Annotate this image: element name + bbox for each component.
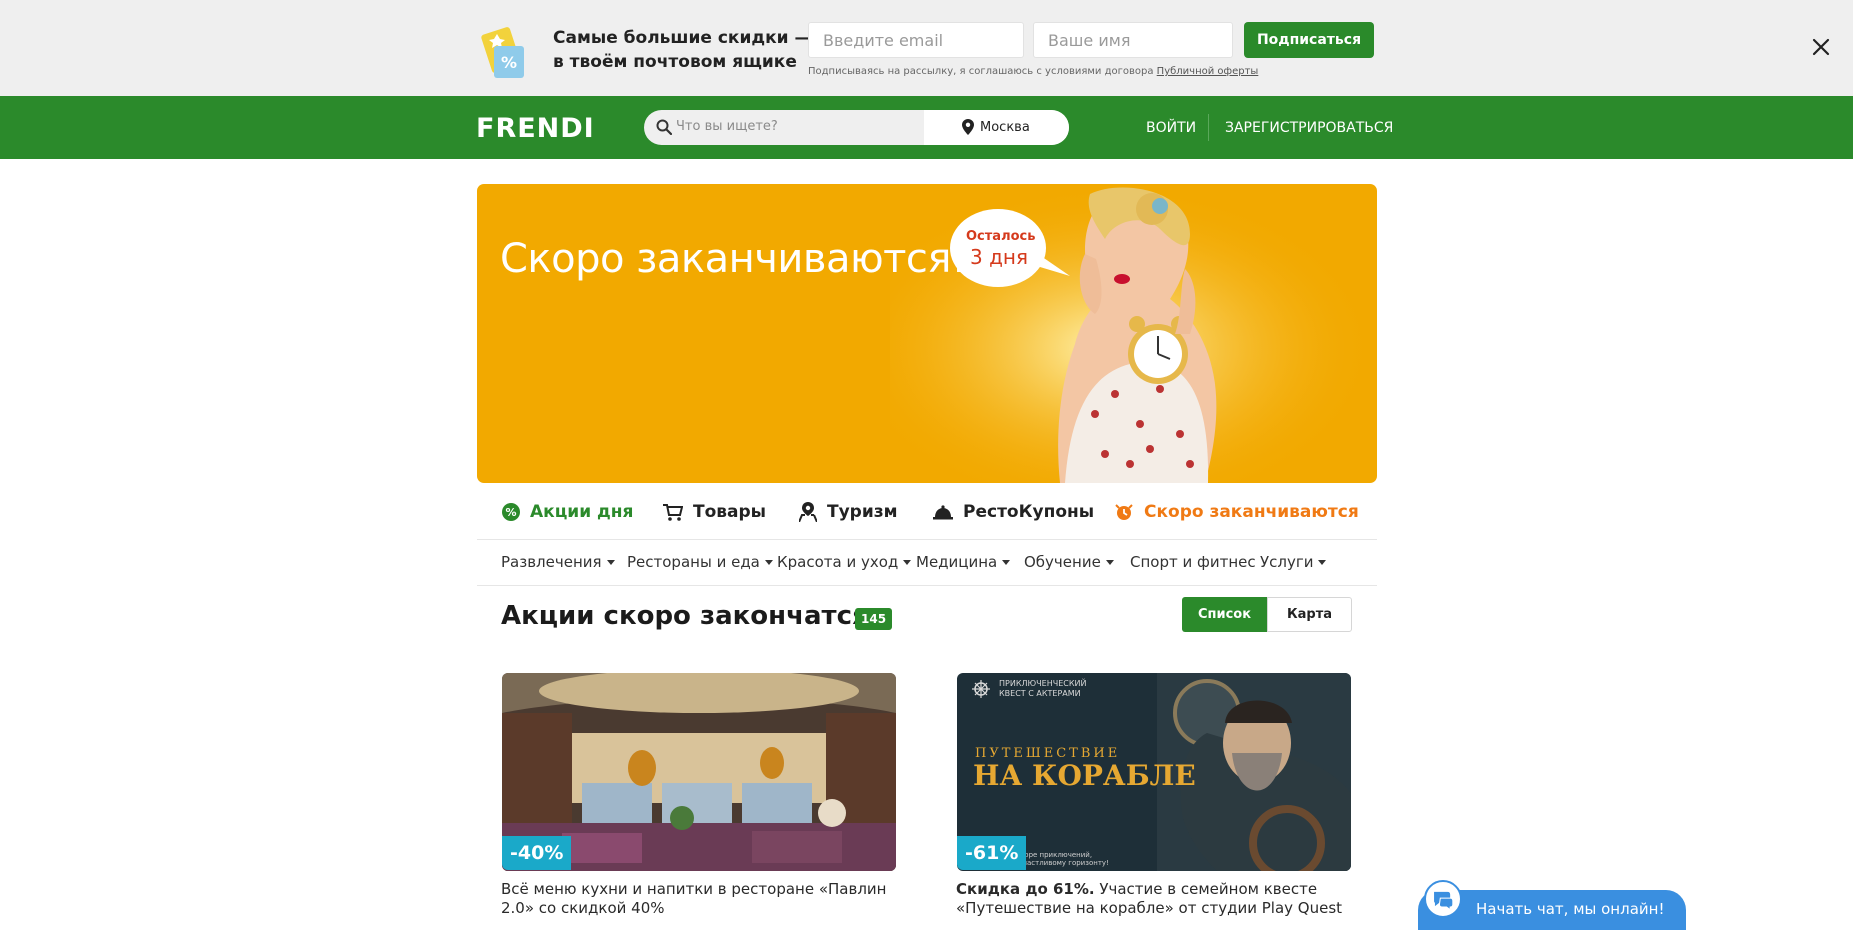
percent-icon: % [502, 503, 520, 521]
cloche-icon [933, 505, 953, 520]
name-field[interactable]: Ваше имя [1033, 22, 1233, 58]
alarm-icon [1115, 504, 1133, 520]
category-label: Акции дня [530, 502, 634, 522]
subcategory-restaurants[interactable]: Рестораны и еда [627, 553, 773, 571]
poster-caption-2: КВЕСТ С АКТЕРАМИ [999, 689, 1081, 698]
hero-title: Скоро заканчиваются! [500, 236, 967, 282]
bubble-remaining-days: 3 дня [970, 245, 1029, 269]
subcategory-label: Обучение [1024, 553, 1101, 571]
card-title[interactable]: Скидка до 61%. Участие в семейном квесте… [956, 880, 1376, 918]
subcategory-label: Развлечения [501, 553, 602, 571]
subscribe-note-text: Подписываясь на рассылку, я соглашаюсь с… [808, 66, 1157, 77]
location-pin-icon [962, 119, 974, 135]
discount-ticket-icon: % [481, 27, 524, 78]
category-goods[interactable]: Товары [663, 502, 766, 522]
search-placeholder: Что вы ищете? [676, 119, 778, 134]
search-icon [656, 119, 672, 135]
category-restocoupons[interactable]: РестоКупоны [933, 502, 1094, 522]
subcategory-sport[interactable]: Спорт и фитнес [1130, 553, 1256, 571]
subcategory-services[interactable]: Услуги [1260, 553, 1327, 571]
subcategory-medicine[interactable]: Медицина [916, 553, 1011, 571]
count-badge: 145 [855, 608, 893, 630]
cart-icon [663, 504, 683, 521]
card-title[interactable]: Всё меню кухни и напитки в ресторане «Па… [501, 880, 921, 918]
caret-down-icon [1002, 560, 1011, 565]
city-name: Москва [980, 120, 1030, 135]
category-deals-of-day[interactable]: % Акции дня [502, 502, 633, 522]
subcategory-label: Рестораны и еда [627, 553, 760, 571]
discount-badge: -61% [957, 836, 1027, 870]
view-map-button[interactable]: Карта [1267, 597, 1352, 632]
email-field[interactable]: Введите email [808, 22, 1024, 58]
offer-link[interactable]: Публичной оферты [1157, 66, 1259, 77]
subscribe-title-line1: Самые большие скидки — [553, 28, 812, 48]
section-title: Акции скоро закончатся [501, 601, 869, 631]
discount-badge: -40% [502, 836, 572, 870]
subcategory-divider [477, 585, 1377, 586]
caret-down-icon [1105, 560, 1114, 565]
card-title-prefix: Скидка до 61%. [956, 880, 1095, 898]
subscribe-title-line2: в твоём почтовом ящике [553, 52, 797, 72]
chat-label: Начать чат, мы онлайн! [1476, 900, 1665, 918]
poster-small-2: счастливому горизонту! [1019, 859, 1109, 867]
logo[interactable]: FRENDI [476, 113, 595, 144]
category-label: Товары [693, 502, 767, 522]
register-link[interactable]: ЗАРЕГИСТРИРОВАТЬСЯ [1225, 120, 1393, 136]
caret-down-icon [764, 560, 773, 565]
category-ending-soon[interactable]: Скоро заканчиваются [1114, 502, 1359, 522]
subcategory-beauty[interactable]: Красота и уход [777, 553, 912, 571]
caret-down-icon [903, 560, 912, 565]
poster-caption-1: ПРИКЛЮЧЕНЧЕСКИЙ [999, 677, 1087, 688]
subcategory-entertainment[interactable]: Развлечения [501, 553, 615, 571]
login-link[interactable]: ВОЙТИ [1146, 120, 1196, 136]
close-icon[interactable] [1810, 36, 1832, 58]
subcategory-label: Спорт и фитнес [1130, 553, 1256, 571]
map-pin-icon [799, 502, 817, 522]
category-label: Скоро заканчиваются [1144, 502, 1359, 522]
category-tourism[interactable]: Туризм [799, 502, 898, 522]
subscribe-title: Самые большие скидки — в твоём почтовом … [553, 26, 811, 74]
poster-small-1: море приключений, [1019, 851, 1092, 859]
view-list-button[interactable]: Список [1182, 597, 1267, 632]
bubble-remaining-label: Осталось [966, 229, 1036, 244]
svg-text:%: % [501, 53, 517, 72]
category-label: РестоКупоны [963, 502, 1095, 522]
svg-text:%: % [505, 506, 516, 519]
caret-down-icon [606, 560, 615, 565]
caret-down-icon [1318, 560, 1327, 565]
hero-illustration [890, 184, 1377, 483]
poster-title-2: НА КОРАБЛЕ [973, 759, 1196, 792]
header-divider [1208, 114, 1209, 141]
category-divider [477, 539, 1377, 540]
category-label: Туризм [827, 502, 898, 522]
subscribe-button[interactable]: Подписаться [1244, 22, 1374, 58]
subscribe-note: Подписываясь на рассылку, я соглашаюсь с… [808, 66, 1258, 77]
subcategory-label: Услуги [1260, 553, 1314, 571]
chat-bubble-icon [1424, 880, 1462, 918]
subcategory-label: Медицина [916, 553, 998, 571]
subcategory-education[interactable]: Обучение [1024, 553, 1114, 571]
subcategory-label: Красота и уход [777, 553, 899, 571]
